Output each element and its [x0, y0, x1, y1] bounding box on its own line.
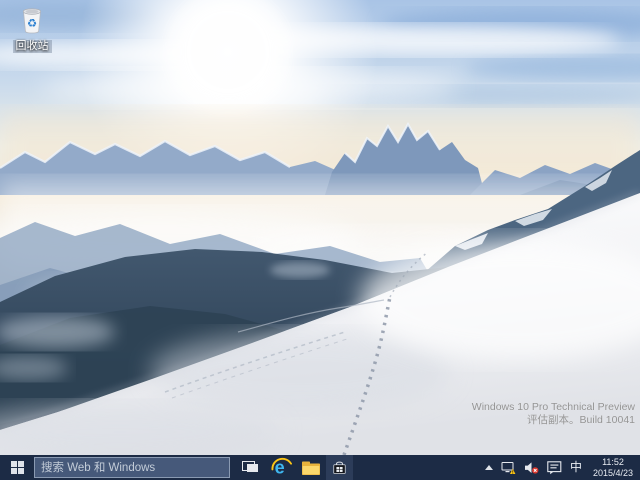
task-view-icon — [242, 461, 260, 474]
action-center-icon — [547, 461, 562, 475]
chevron-up-icon — [485, 465, 493, 470]
file-explorer-button[interactable] — [296, 455, 326, 480]
taskbar-search — [34, 457, 230, 478]
windows-logo-icon — [11, 461, 24, 474]
network-status-button[interactable] — [501, 455, 518, 480]
screen: ♻ 回收站 Windows 10 Pro Technical Preview 评… — [0, 0, 640, 480]
system-tray: 中 11:52 2015/4/23 — [483, 455, 640, 480]
watermark-line2: 评估副本。Build 10041 — [472, 414, 635, 427]
recycle-bin-icon: ♻ — [16, 4, 48, 36]
clock-time: 11:52 — [591, 457, 635, 468]
recycle-bin-label: 回收站 — [13, 40, 52, 53]
store-button[interactable] — [326, 455, 353, 480]
taskbar: e — [0, 455, 640, 480]
internet-explorer-button[interactable]: e — [266, 455, 296, 480]
desktop[interactable]: ♻ 回收站 Windows 10 Pro Technical Preview 评… — [0, 0, 640, 455]
search-input[interactable] — [34, 457, 230, 478]
ime-language-indicator[interactable]: 中 — [569, 455, 583, 480]
build-watermark: Windows 10 Pro Technical Preview 评估副本。Bu… — [472, 401, 635, 427]
clock-date: 2015/4/23 — [591, 468, 635, 479]
task-view-button[interactable] — [236, 455, 266, 480]
watermark-line1: Windows 10 Pro Technical Preview — [472, 401, 635, 414]
volume-button[interactable] — [524, 455, 541, 480]
taskbar-clock[interactable]: 11:52 2015/4/23 — [589, 457, 637, 478]
store-bag-icon — [331, 459, 348, 476]
wallpaper-mountain-snow — [0, 0, 640, 455]
svg-text:♻: ♻ — [27, 17, 37, 30]
internet-explorer-icon: e — [271, 457, 292, 478]
action-center-button[interactable] — [547, 455, 563, 480]
folder-icon — [301, 460, 321, 476]
tray-overflow-button[interactable] — [483, 455, 495, 480]
start-button[interactable] — [0, 455, 34, 480]
recycle-bin[interactable]: ♻ 回收站 — [8, 4, 56, 54]
network-warning-icon — [501, 461, 517, 475]
volume-muted-icon — [524, 461, 540, 475]
